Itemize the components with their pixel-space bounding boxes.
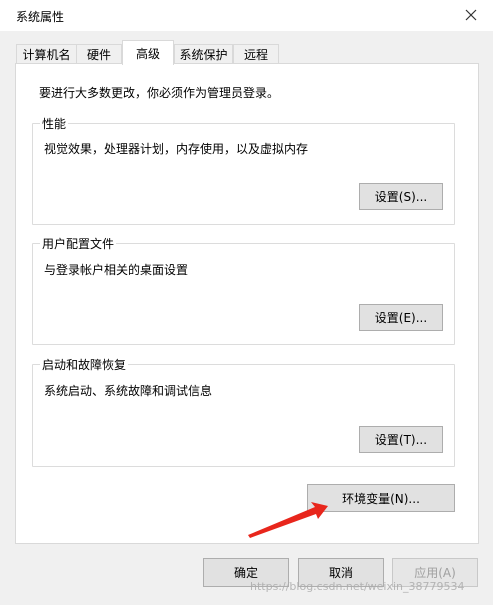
tab-remote[interactable]: 远程 [233, 44, 279, 64]
tab-hardware[interactable]: 硬件 [76, 44, 122, 64]
window-title: 系统属性 [16, 10, 65, 24]
apply-button[interactable]: 应用(A) [392, 558, 478, 587]
tab-advanced[interactable]: 高级 [122, 40, 174, 65]
performance-description: 视觉效果，处理器计划，内存使用，以及虚拟内存 [44, 142, 309, 156]
advanced-tab-panel: 要进行大多数更改，你必须作为管理员登录。 性能 视觉效果，处理器计划，内存使用，… [15, 63, 479, 544]
cancel-button[interactable]: 取消 [298, 558, 384, 587]
tab-system-protection[interactable]: 系统保护 [174, 44, 233, 64]
startup-recovery-settings-button[interactable]: 设置(T)... [359, 426, 443, 453]
environment-variables-button[interactable]: 环境变量(N)... [307, 484, 455, 512]
tab-computer-name[interactable]: 计算机名 [16, 44, 77, 64]
close-button[interactable] [458, 3, 484, 27]
system-properties-window: 系统属性 计算机名 硬件 高级 系统保护 远程 要进行大多数更改，你必须作为管理… [0, 0, 493, 605]
user-profiles-group: 用户配置文件 与登录帐户相关的桌面设置 设置(E)... [32, 235, 455, 345]
startup-recovery-description: 系统启动、系统故障和调试信息 [44, 384, 213, 398]
user-profiles-settings-button[interactable]: 设置(E)... [359, 304, 443, 331]
startup-recovery-group-title: 启动和故障恢复 [40, 356, 129, 373]
admin-note: 要进行大多数更改，你必须作为管理员登录。 [39, 86, 280, 100]
startup-recovery-group: 启动和故障恢复 系统启动、系统故障和调试信息 设置(T)... [32, 356, 455, 467]
tab-strip: 计算机名 硬件 高级 系统保护 远程 [15, 40, 480, 65]
performance-group-title: 性能 [40, 115, 69, 132]
ok-button[interactable]: 确定 [203, 558, 289, 587]
title-bar: 系统属性 [0, 0, 493, 31]
user-profiles-group-title: 用户配置文件 [40, 235, 117, 252]
user-profiles-description: 与登录帐户相关的桌面设置 [44, 263, 189, 277]
performance-settings-button[interactable]: 设置(S)... [359, 183, 443, 210]
performance-group: 性能 视觉效果，处理器计划，内存使用，以及虚拟内存 设置(S)... [32, 115, 455, 225]
close-icon [465, 9, 477, 21]
